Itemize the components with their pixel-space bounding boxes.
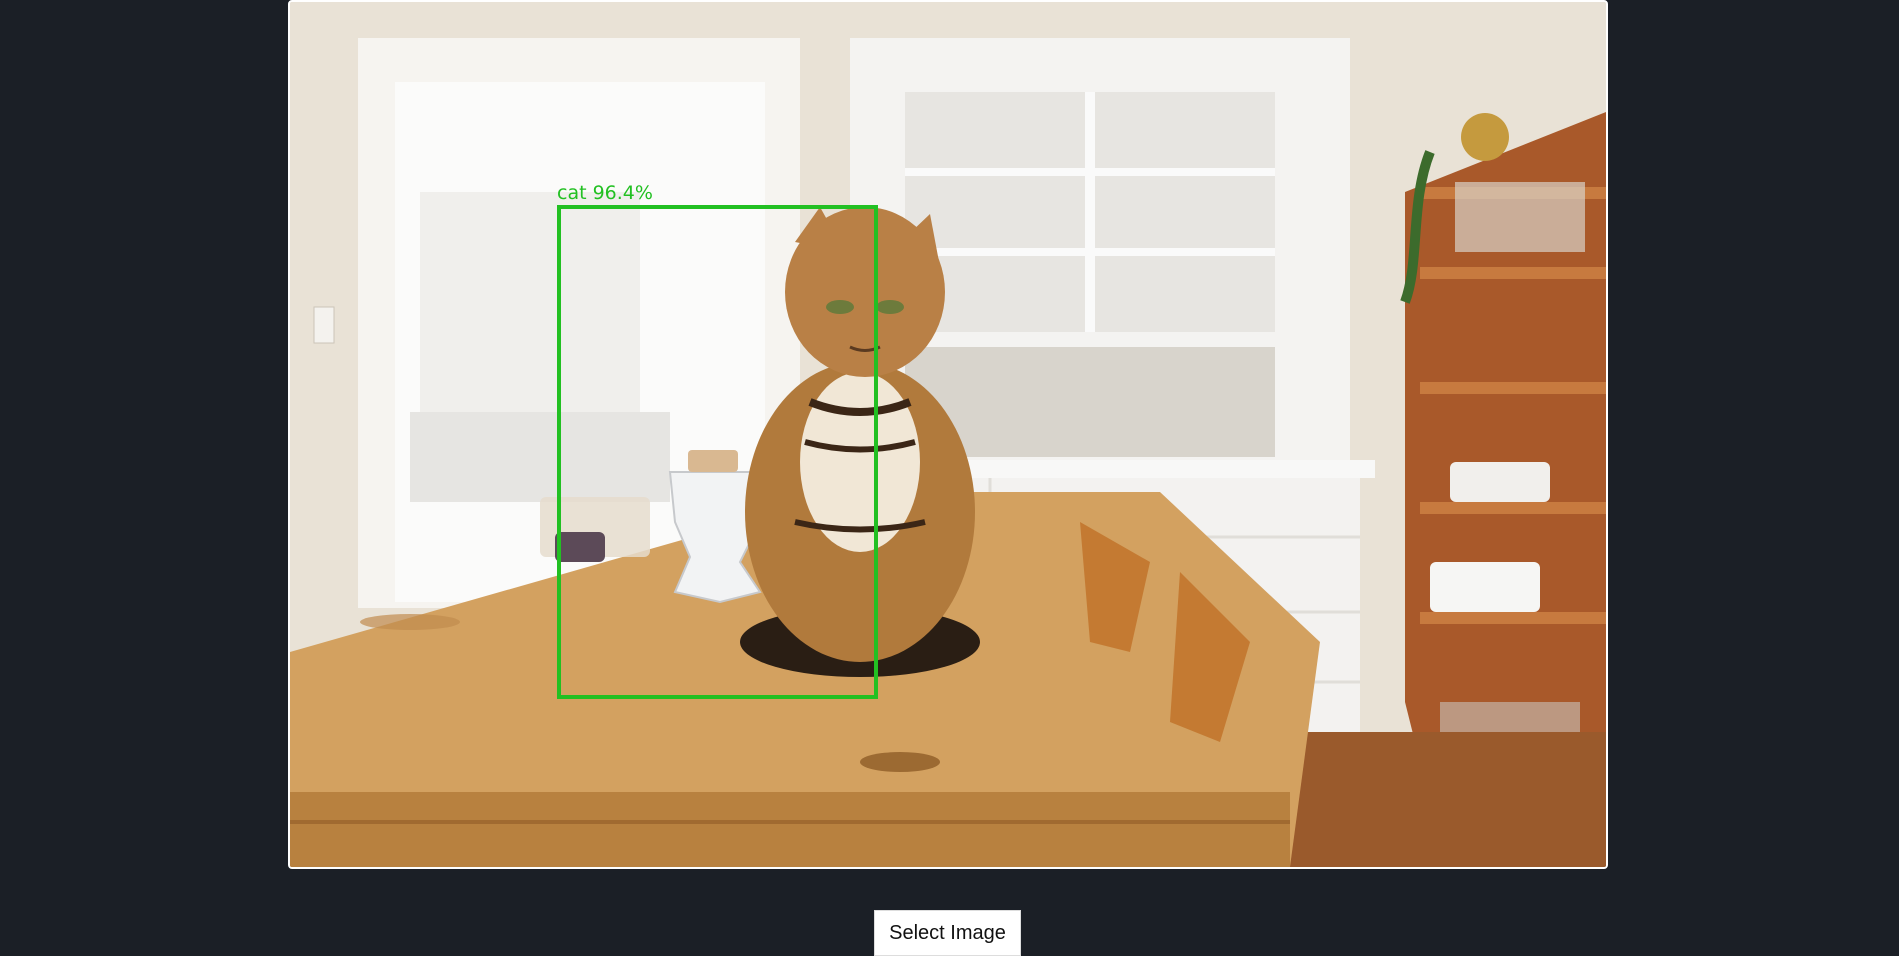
kitchen-cat-photo	[290, 2, 1606, 867]
app-page: cat 96.4% Select Image	[0, 0, 1899, 956]
select-image-button[interactable]: Select Image	[874, 910, 1021, 956]
detection-label: cat 96.4%	[557, 182, 653, 204]
photo-display	[288, 0, 1608, 869]
detection-bounding-box	[557, 205, 878, 699]
